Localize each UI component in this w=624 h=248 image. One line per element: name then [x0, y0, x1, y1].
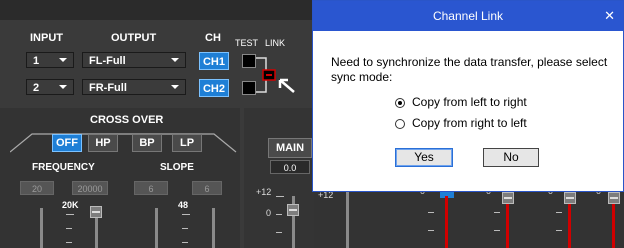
chevron-down-icon [171, 58, 179, 62]
channel-fader-track-2 [506, 204, 509, 248]
input-select-row2[interactable]: 2 [26, 79, 74, 95]
channel-fader-knob-2[interactable] [502, 192, 514, 204]
chevron-down-icon [59, 58, 67, 62]
slope-low-field[interactable]: 6 [134, 181, 168, 195]
main-button[interactable]: MAIN [268, 138, 312, 158]
crossover-off-button[interactable]: OFF [52, 134, 82, 152]
close-icon[interactable]: ✕ [604, 1, 615, 31]
freq-fader-tick [66, 228, 72, 229]
yes-button[interactable]: Yes [395, 148, 453, 167]
main-panel [244, 108, 314, 248]
input-select-value: 2 [33, 82, 40, 94]
slope-fader-tick [182, 242, 188, 243]
channel-fader-track-4 [612, 204, 615, 248]
crossover-hp-button[interactable]: HP [88, 134, 118, 152]
slope-fader-tick [182, 214, 190, 215]
freq-high-field[interactable]: 20000 [72, 181, 108, 195]
input-header: INPUT [30, 32, 63, 44]
freq-low-field[interactable]: 20 [20, 181, 54, 195]
frequency-label: FREQUENCY [32, 162, 95, 173]
output-header: OUTPUT [111, 32, 157, 44]
input-select-row1[interactable]: 1 [26, 52, 74, 68]
channel-fader-tick [428, 230, 434, 231]
slope-fader-tick [182, 228, 188, 229]
chevron-down-icon [59, 85, 67, 89]
main-fader-tick [276, 196, 284, 197]
link-bracket-icon[interactable] [254, 50, 304, 100]
freq-fader-label: 20K [62, 200, 79, 210]
channel-fader-knob-4[interactable] [608, 192, 620, 204]
slope-fader-track-left [155, 208, 158, 248]
freq-fader-track-left [40, 208, 43, 248]
radio-copy-left-to-right[interactable] [395, 98, 405, 108]
main-value-field[interactable]: 0.0 [270, 160, 310, 174]
freq-fader-knob[interactable] [90, 206, 102, 218]
channel-fader-knob-3[interactable] [564, 192, 576, 204]
crossover-frame [10, 133, 237, 153]
main-fader-knob[interactable] [287, 204, 299, 216]
output-select-value: FR-Full [89, 82, 127, 94]
link-header: LINK [265, 38, 286, 48]
crossover-bp-button[interactable]: BP [132, 134, 162, 152]
slope-fader-label: 48 [178, 200, 189, 210]
output-select-row2[interactable]: FR-Full [82, 79, 186, 95]
channel-fader-tick [494, 212, 500, 213]
crossover-lp-button[interactable]: LP [172, 134, 202, 152]
channel-fader-tick [494, 230, 500, 231]
slope-high-field[interactable]: 6 [192, 181, 222, 195]
no-button[interactable]: No [483, 148, 539, 167]
freq-fader-tick [66, 214, 74, 215]
slope-label: SLOPE [160, 162, 194, 173]
output-select-row1[interactable]: FL-Full [82, 52, 186, 68]
channel-fader-track-1 [445, 196, 448, 248]
channel-fader-tick [428, 212, 434, 213]
channel-fader-track-3 [568, 204, 571, 248]
radio-copy-right-to-left[interactable] [395, 119, 405, 129]
main-fader-tick [276, 232, 282, 233]
main-scale-zero: 0 [266, 208, 272, 218]
channel-fader-area [314, 192, 624, 248]
chevron-down-icon [171, 85, 179, 89]
dialog-message: Need to synchronize the data transfer, p… [331, 55, 608, 84]
freq-fader-tick [66, 242, 72, 243]
top-band [0, 0, 312, 20]
channel-link-dialog: Channel Link ✕ Need to synchronize the d… [312, 0, 624, 192]
main-fader-tick [276, 214, 282, 215]
ch1-button[interactable]: CH1 [199, 52, 229, 70]
main-scale-top: +12 [256, 187, 272, 197]
output-select-value: FL-Full [89, 55, 126, 67]
ch2-button[interactable]: CH2 [199, 79, 229, 97]
slope-fader-track [212, 208, 215, 248]
channel-fader-tick [556, 212, 562, 213]
channel-fader-track [346, 192, 349, 248]
option-copy-left-to-right-label[interactable]: Copy from left to right [412, 95, 527, 109]
test-header: TEST [235, 38, 259, 48]
option-copy-right-to-left-label[interactable]: Copy from right to left [412, 116, 527, 130]
channel-fader-tick [556, 230, 562, 231]
ch-header: CH [205, 32, 221, 44]
input-select-value: 1 [33, 55, 40, 67]
dialog-title: Channel Link [313, 1, 623, 31]
